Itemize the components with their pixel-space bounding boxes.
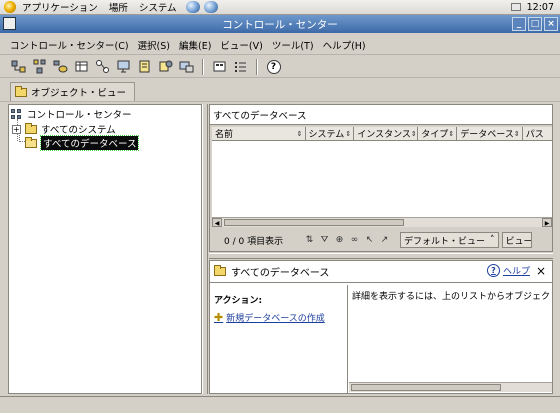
actions-panel: アクション: ✚ 新規データベースの作成 (210, 285, 348, 393)
tab-object-view-label: オブジェクト・ビュー (31, 88, 127, 99)
window-app-icon[interactable] (3, 17, 16, 30)
menu-help[interactable]: ヘルプ(H) (323, 38, 366, 52)
system-menu[interactable]: システム (134, 0, 182, 14)
journal-icon[interactable] (136, 58, 153, 75)
scroll-thumb[interactable] (224, 219, 404, 226)
clock[interactable]: 12:07 (527, 2, 554, 13)
database-icon[interactable] (52, 58, 69, 75)
close-details-button[interactable]: × (536, 264, 546, 278)
details-help-link[interactable]: ? ヘルプ (486, 264, 530, 277)
object-view-bar: オブジェクト・ビュー (0, 79, 560, 102)
column-header-database[interactable]: データベース ⇕ (457, 127, 523, 140)
tree-node-label: すべてのシステム (41, 125, 116, 136)
help-icon[interactable]: ? (265, 58, 282, 75)
folder-icon (214, 265, 226, 276)
object-tree[interactable]: コントロール・センター + すべてのシステム すべてのデータベース (8, 104, 202, 394)
task-icon[interactable] (157, 58, 174, 75)
expand-icon[interactable]: + (12, 124, 21, 134)
maximize-button[interactable]: □ (528, 17, 542, 31)
tree-node-all-systems[interactable]: + すべてのシステム (12, 122, 116, 136)
object-list[interactable] (212, 141, 552, 217)
sort-icon: ⇕ (345, 129, 352, 138)
window-titlebar[interactable]: コントロール・センター _ □ × (0, 15, 560, 33)
tree-node-all-databases[interactable]: すべてのデータベース (25, 135, 140, 151)
scroll-thumb[interactable] (351, 384, 501, 391)
table-icon[interactable] (73, 58, 90, 75)
instance-icon[interactable] (31, 58, 48, 75)
clear-icon[interactable]: ↗ (377, 233, 392, 248)
details-header: すべてのデータベース ? ヘルプ × (210, 261, 552, 283)
menu-view[interactable]: ビュー(V) (220, 38, 262, 52)
tab-object-view[interactable]: オブジェクト・ビュー (10, 82, 136, 101)
contents-pane: すべてのデータベース 名前 ⇕ システム ⇕ インスタンス ⇕ タイプ ⇕ データベース… (209, 104, 553, 252)
column-header-path[interactable]: パス (523, 127, 552, 140)
toolbar: ? (0, 56, 560, 78)
column-header-instance[interactable]: インスタンス ⇕ (354, 127, 419, 140)
minimize-button[interactable]: _ (512, 17, 526, 31)
window-title: コントロール・センター (222, 18, 338, 31)
create-database-link[interactable]: ✚ 新規データベースの作成 (214, 311, 347, 324)
window-statusbar (0, 396, 560, 413)
plus-icon: ✚ (214, 311, 224, 324)
filter-icon[interactable]: ⛛ (317, 233, 332, 248)
system-icon[interactable] (10, 58, 27, 75)
network-tree-icon (11, 108, 23, 120)
replication-icon[interactable] (94, 58, 111, 75)
menu-select[interactable]: 選択(S) (138, 38, 170, 52)
folder-icon (25, 122, 37, 134)
tree-node-control-center[interactable]: コントロール・センター (11, 107, 132, 121)
details-pane: すべてのデータベース ? ヘルプ × アクション: ✚ 新規データベースの作成 … (209, 260, 553, 394)
contents-caption: すべてのデータベース (210, 105, 552, 125)
mail-launcher-icon[interactable] (203, 1, 218, 13)
toolbar-separator (202, 58, 204, 75)
open-folder-icon (25, 136, 37, 148)
menu-edit[interactable]: 編集(E) (179, 38, 211, 52)
column-header-system[interactable]: システム ⇕ (306, 127, 355, 140)
help-circle-icon: ? (486, 264, 500, 277)
menubar: コントロール・センター(C) 選択(S) 編集(E) ビュー(V) ツール(T)… (0, 35, 560, 55)
sort-icon: ⇕ (448, 129, 455, 138)
folder-icon (15, 85, 27, 97)
list-horizontal-scrollbar[interactable]: ◀ ▶ (212, 217, 552, 227)
gnome-foot-icon[interactable] (4, 1, 16, 13)
tree-node-label: コントロール・センター (27, 110, 132, 121)
actions-title: アクション: (214, 296, 263, 306)
item-count: 0 / 0 項目表示 (224, 236, 284, 247)
vertical-splitter[interactable] (202, 104, 208, 394)
tree-node-label: すべてのデータベース (39, 135, 140, 151)
details-horizontal-scrollbar[interactable] (349, 382, 552, 392)
toolbar-separator (256, 58, 258, 75)
places-menu[interactable]: 場所 (104, 0, 133, 14)
sort-icon: ⇕ (296, 129, 303, 138)
details-title: すべてのデータベース (231, 268, 330, 279)
view-dropdown[interactable]: デフォルト・ビュー ˄ (400, 232, 499, 248)
caret-up-icon: ˄ (490, 235, 495, 245)
find-icon[interactable]: ⊕ (332, 233, 347, 248)
network-icon[interactable] (178, 58, 195, 75)
column-headers: 名前 ⇕ システム ⇕ インスタンス ⇕ タイプ ⇕ データベース ⇕ パス (212, 127, 552, 141)
binoculars-icon[interactable]: ∞ (347, 233, 362, 248)
list-statusbar: 0 / 0 項目表示 ⇅ ⛛ ⊕ ∞ ↖ ↗ デフォルト・ビュー ˄ ビュー (210, 229, 552, 251)
list-icon[interactable] (232, 58, 249, 75)
close-window-button[interactable]: × (544, 17, 558, 31)
gnome-top-panel: アプリケーション 場所 システム 12:07 (0, 0, 560, 15)
select-icon[interactable]: ↖ (362, 233, 377, 248)
scroll-right-icon[interactable]: ▶ (542, 218, 552, 227)
applications-menu[interactable]: アプリケーション (17, 0, 103, 14)
column-header-type[interactable]: タイプ ⇕ (418, 127, 458, 140)
sort-icon[interactable]: ⇅ (302, 233, 317, 248)
menu-control-center[interactable]: コントロール・センター(C) (10, 38, 129, 52)
horizontal-splitter[interactable] (209, 253, 553, 259)
menu-tools[interactable]: ツール(T) (272, 38, 314, 52)
view-button[interactable]: ビュー (501, 232, 532, 248)
monitor-icon[interactable] (115, 58, 132, 75)
details-icon[interactable] (211, 58, 228, 75)
browser-launcher-icon[interactable] (185, 1, 200, 13)
column-header-name[interactable]: 名前 ⇕ (212, 127, 306, 140)
sort-icon: ⇕ (513, 129, 520, 138)
tray-icon[interactable] (510, 3, 521, 11)
details-text: 詳細を表示するには、上のリストからオブジェクトを選 (352, 292, 550, 302)
scroll-left-icon[interactable]: ◀ (212, 218, 222, 227)
